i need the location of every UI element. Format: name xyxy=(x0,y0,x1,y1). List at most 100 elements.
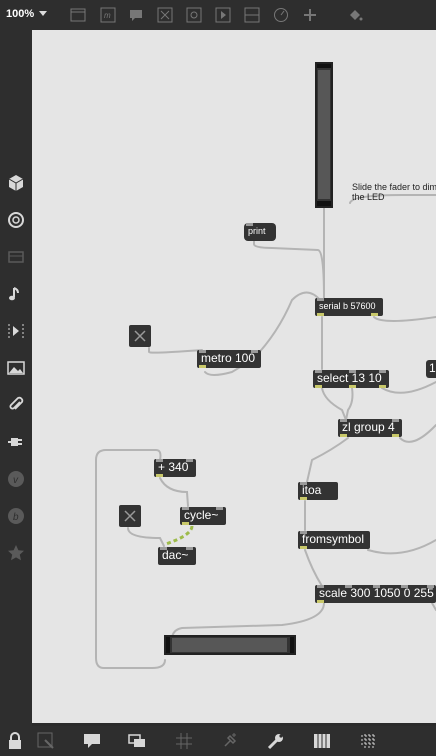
object-label: print xyxy=(248,226,266,236)
x-icon xyxy=(124,510,136,522)
left-sidebar: v b xyxy=(0,30,32,726)
b-icon[interactable]: b xyxy=(7,507,25,525)
windows-icon[interactable] xyxy=(128,732,146,750)
step-icon[interactable] xyxy=(7,322,25,340)
outlet[interactable] xyxy=(199,365,206,368)
outlet[interactable] xyxy=(392,434,399,437)
select-object[interactable]: select 13 10 xyxy=(313,370,389,388)
circle-icon[interactable] xyxy=(7,211,25,229)
outlet[interactable] xyxy=(182,522,189,525)
inlet[interactable] xyxy=(317,585,324,588)
dial-icon[interactable] xyxy=(273,7,289,23)
zoom-level[interactable]: 100% xyxy=(6,8,34,20)
inlet[interactable] xyxy=(373,585,380,588)
inlet[interactable] xyxy=(199,350,206,353)
presentation-icon[interactable] xyxy=(70,7,86,23)
inlet[interactable] xyxy=(251,350,258,353)
outlet[interactable] xyxy=(317,600,324,603)
top-toolbar: 100% m xyxy=(0,0,436,30)
plus-icon[interactable] xyxy=(302,7,318,23)
outlet[interactable] xyxy=(317,313,324,316)
itoa-object[interactable]: itoa xyxy=(298,482,338,500)
inlet[interactable] xyxy=(186,547,193,550)
presentation-icon[interactable] xyxy=(83,732,101,750)
x-icon xyxy=(134,330,146,342)
image-icon[interactable] xyxy=(7,359,25,377)
outlet[interactable] xyxy=(379,385,386,388)
zl-group-object[interactable]: zl group 4 xyxy=(338,419,402,437)
edit-mode-icon[interactable] xyxy=(37,732,55,750)
cycle-object[interactable]: cycle~ xyxy=(180,507,226,525)
scale-object[interactable]: scale 300 1050 0 255 xyxy=(315,585,436,603)
svg-text:m: m xyxy=(104,11,111,20)
plug-icon[interactable] xyxy=(7,433,25,451)
outlet[interactable] xyxy=(371,313,378,316)
toggle-metro[interactable] xyxy=(129,325,151,347)
inlet[interactable] xyxy=(300,531,307,534)
dac-object[interactable]: dac~ xyxy=(158,547,196,565)
object-label: scale 300 1050 0 255 xyxy=(319,586,434,600)
metro-object[interactable]: metro 100 xyxy=(197,350,261,368)
inlet[interactable] xyxy=(182,507,189,510)
wrench-icon[interactable] xyxy=(267,732,285,750)
music-note-icon[interactable] xyxy=(7,285,25,303)
outlet[interactable] xyxy=(349,385,356,388)
object-label: select 13 10 xyxy=(317,371,382,385)
grid-icon[interactable] xyxy=(175,732,193,750)
inlet[interactable] xyxy=(160,547,167,550)
keyboard-icon[interactable] xyxy=(360,732,378,750)
object-label: cycle~ xyxy=(184,508,219,522)
piano-icon[interactable] xyxy=(313,732,331,750)
inlet[interactable] xyxy=(340,419,347,422)
partial-object[interactable]: 1 xyxy=(426,360,436,378)
svg-text:b: b xyxy=(13,512,19,523)
star-icon[interactable] xyxy=(7,544,25,562)
inlet[interactable] xyxy=(345,585,352,588)
paperclip-icon[interactable] xyxy=(7,396,25,414)
object-label: dac~ xyxy=(162,548,189,562)
comment-icon[interactable] xyxy=(128,7,144,23)
fader-comment[interactable]: Slide the fader to dim the LED xyxy=(352,182,436,202)
inlet[interactable] xyxy=(216,507,223,510)
inlet[interactable] xyxy=(401,585,408,588)
outlet[interactable] xyxy=(340,434,347,437)
serial-object[interactable]: serial b 57600 xyxy=(315,298,383,316)
outlet[interactable] xyxy=(156,474,163,477)
inlet[interactable] xyxy=(392,419,399,422)
pin-icon[interactable] xyxy=(221,732,239,750)
plus-object[interactable]: + 340 xyxy=(154,459,196,477)
edit-lock-icon[interactable]: m xyxy=(100,7,116,23)
inlet[interactable] xyxy=(317,298,324,301)
object-label: serial b 57600 xyxy=(319,301,376,311)
bar-icon[interactable] xyxy=(7,248,25,266)
fader-slider[interactable] xyxy=(315,62,333,208)
outlet[interactable] xyxy=(300,546,307,549)
inlet[interactable] xyxy=(300,482,307,485)
inlet[interactable] xyxy=(349,370,356,373)
media-icon[interactable] xyxy=(215,7,231,23)
cube-icon[interactable] xyxy=(7,174,25,192)
inlet[interactable] xyxy=(186,459,193,462)
object-label: 1 xyxy=(429,361,436,375)
print-object[interactable]: print xyxy=(244,223,276,241)
inlet[interactable] xyxy=(315,370,322,373)
object-label: fromsymbol xyxy=(302,532,365,546)
fromsymbol-object[interactable]: fromsymbol xyxy=(298,531,370,549)
x-box-icon[interactable] xyxy=(157,7,173,23)
object-label: + 340 xyxy=(158,460,189,474)
grid-box-icon[interactable] xyxy=(186,7,202,23)
inlet[interactable] xyxy=(379,370,386,373)
patcher-canvas[interactable]: Slide the fader to dim the LED print ser… xyxy=(32,30,436,723)
horizontal-slider[interactable] xyxy=(164,635,296,655)
outlet[interactable] xyxy=(315,385,322,388)
outlet[interactable] xyxy=(300,497,307,500)
lock-icon[interactable] xyxy=(6,732,24,750)
chevron-down-icon[interactable] xyxy=(39,11,47,16)
inlet[interactable] xyxy=(246,223,253,226)
minus-box-icon[interactable] xyxy=(244,7,260,23)
inlet[interactable] xyxy=(156,459,163,462)
v-icon[interactable]: v xyxy=(7,470,25,488)
toggle-dac[interactable] xyxy=(119,505,141,527)
paint-bucket-icon[interactable] xyxy=(347,7,363,23)
inlet[interactable] xyxy=(427,585,434,588)
